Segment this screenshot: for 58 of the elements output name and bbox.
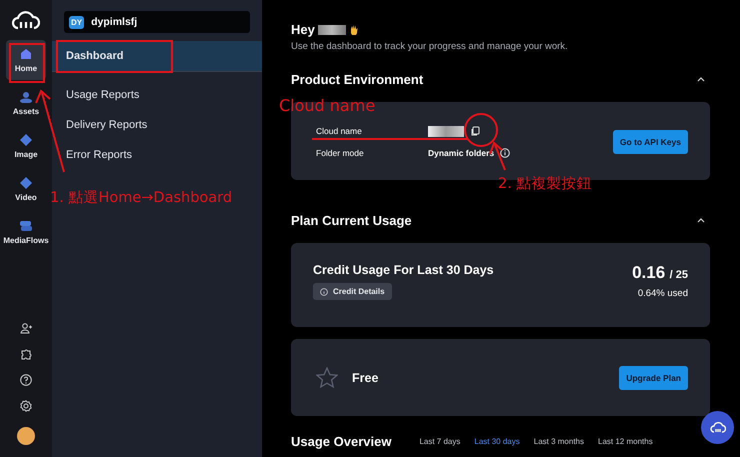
section-title: Plan Current Usage	[291, 213, 412, 228]
rail-item[interactable]: Image	[6, 126, 46, 166]
subnav-item[interactable]: Usage Reports	[52, 80, 262, 110]
puzzle-icon[interactable]	[20, 348, 32, 360]
redacted-name	[318, 24, 346, 34]
annotation-step: 1. 點選Home→Dashboard	[50, 188, 232, 207]
card-title: Credit Usage For Last 30 Days	[313, 263, 494, 277]
subnav-item[interactable]: Error Reports	[52, 140, 262, 170]
add-user-icon[interactable]	[20, 323, 32, 334]
info-icon[interactable]	[500, 148, 510, 158]
diamond-icon	[20, 176, 32, 188]
workspace-badge: DY	[69, 16, 84, 28]
annotation-step: 2. 點複製按鈕	[498, 174, 592, 193]
star-icon	[316, 367, 338, 388]
row-value: Dynamic folders	[428, 148, 494, 158]
row-label: Folder mode	[316, 148, 365, 158]
plan-name: Free	[352, 370, 378, 384]
workspace-selector[interactable]: DY dypimlsfj	[64, 11, 250, 33]
upgrade-plan-button[interactable]: Upgrade Plan	[619, 366, 688, 390]
credit-details-button[interactable]: Credit Details	[313, 283, 392, 300]
settings-icon[interactable]	[20, 400, 32, 412]
highlight-frame	[9, 43, 45, 83]
waving-hand-icon	[348, 24, 359, 35]
range-tab[interactable]: Last 12 months	[598, 437, 653, 446]
cloud-icon	[710, 422, 726, 433]
annotation-label: Cloud name	[279, 96, 376, 115]
cloud-logo[interactable]	[12, 10, 40, 30]
greeting: Hey	[291, 22, 315, 37]
range-tab[interactable]: Last 30 days	[474, 437, 520, 446]
range-tab[interactable]: Last 3 months	[534, 437, 584, 446]
chevron-icon[interactable]	[697, 218, 705, 223]
redacted-value	[428, 126, 464, 136]
subnav-item[interactable]: Delivery Reports	[52, 110, 262, 140]
range-tab[interactable]: Last 7 days	[419, 437, 460, 446]
section-title: Product Environment	[291, 72, 424, 87]
copy-icon[interactable]	[470, 126, 480, 136]
house-icon	[20, 48, 32, 60]
credits-total: / 25	[670, 269, 688, 281]
rail-item[interactable]: MediaFlows	[6, 212, 46, 252]
api-keys-button[interactable]: Go to API Keys	[612, 130, 688, 154]
circle-mark	[464, 113, 498, 147]
workspace-name: dypimlsfj	[91, 16, 138, 28]
rail-item[interactable]: Assets	[6, 83, 46, 123]
chevron-icon[interactable]	[697, 77, 705, 82]
subtitle: Use the dashboard to track your progress and manage your work.	[291, 41, 569, 52]
help-icon[interactable]	[20, 374, 32, 386]
stack-icon	[19, 220, 33, 232]
section-title: Usage Overview	[291, 434, 392, 449]
usage-percent: 0.64% used	[636, 288, 688, 299]
avatar[interactable]	[17, 427, 35, 445]
info-icon	[320, 288, 328, 296]
credits-used: 0.16	[632, 263, 666, 282]
chat-button[interactable]	[701, 411, 734, 444]
subnav-item[interactable]: Dashboard	[52, 41, 262, 72]
row-label: Cloud name	[316, 126, 363, 136]
person-icon	[19, 90, 33, 102]
diamond-icon	[20, 134, 32, 146]
rail-item[interactable]: Video	[6, 169, 46, 209]
